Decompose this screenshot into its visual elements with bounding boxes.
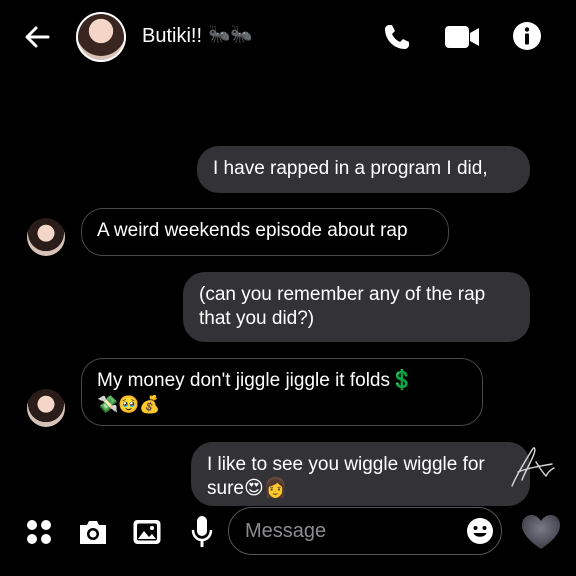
- info-icon[interactable]: [512, 21, 542, 51]
- image-icon[interactable]: [132, 518, 162, 546]
- camera-icon[interactable]: [77, 518, 109, 546]
- message-emoji-line: 💸🥹💰: [97, 395, 161, 414]
- message-bubble-received[interactable]: A weird weekends episode about rap: [81, 208, 449, 256]
- message-text: My money don't jiggle jiggle it folds💲: [97, 370, 414, 391]
- video-camera-icon[interactable]: [444, 24, 480, 50]
- message-bubble-sent[interactable]: I like to see you wiggle wiggle for sure…: [191, 442, 530, 506]
- message-bubble-received[interactable]: My money don't jiggle jiggle it folds💲 💸…: [81, 358, 483, 426]
- arrow-left-icon[interactable]: [22, 22, 52, 52]
- chat-header: Butiki!! 🐜🐜: [0, 0, 576, 74]
- message-input-container[interactable]: [228, 507, 502, 555]
- phone-icon[interactable]: [382, 22, 412, 52]
- message-text: I like to see you wiggle wiggle for sure…: [207, 454, 485, 499]
- heart-icon[interactable]: [520, 512, 562, 552]
- sticker-icon[interactable]: [466, 517, 494, 545]
- message-text: I have rapped in a program I did,: [213, 158, 488, 179]
- contact-name[interactable]: Butiki!!: [142, 25, 202, 48]
- signature-scribble: [511, 447, 555, 487]
- microphone-icon[interactable]: [190, 515, 214, 549]
- message-text: (can you remember any of the rap that yo…: [199, 284, 486, 329]
- message-bubble-sent[interactable]: I have rapped in a program I did,: [197, 146, 530, 193]
- menu-dots-icon[interactable]: [25, 518, 53, 546]
- contact-name-emoji: 🐜🐜: [208, 24, 253, 44]
- contact-avatar-small[interactable]: [27, 389, 65, 427]
- contact-avatar-small[interactable]: [27, 218, 65, 256]
- message-bubble-sent[interactable]: (can you remember any of the rap that yo…: [183, 272, 530, 342]
- message-text: A weird weekends episode about rap: [97, 220, 408, 241]
- contact-avatar[interactable]: [76, 12, 126, 62]
- message-input[interactable]: [245, 518, 445, 544]
